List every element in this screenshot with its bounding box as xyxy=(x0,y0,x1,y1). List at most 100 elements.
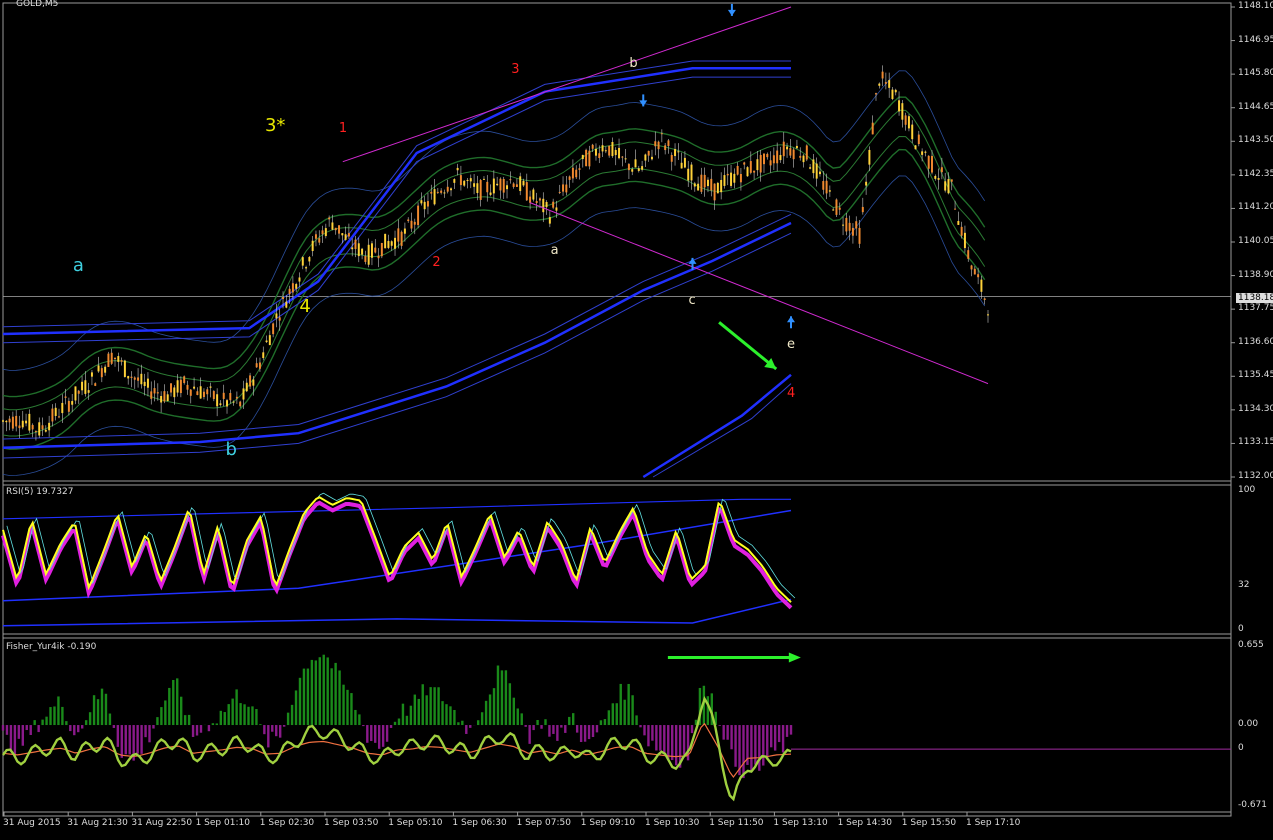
fisher-histogram-bar xyxy=(92,695,96,726)
candle-body xyxy=(703,174,706,188)
rsi-ytick-label: 32 xyxy=(1238,579,1250,590)
candle-body xyxy=(706,179,709,187)
candle-body xyxy=(680,162,683,169)
candle-body xyxy=(845,217,848,232)
candle-body xyxy=(934,175,937,179)
candle-body xyxy=(117,356,120,362)
candle-body xyxy=(789,148,792,156)
candle-body xyxy=(506,185,509,190)
fisher-histogram-bar xyxy=(500,670,504,726)
candle-body xyxy=(245,382,248,392)
candle-body xyxy=(529,196,532,203)
rsi-ytick-label: 100 xyxy=(1238,485,1256,495)
candle-body xyxy=(871,122,874,135)
fisher-histogram-bar xyxy=(57,696,60,726)
fisher-histogram-bar xyxy=(37,725,40,733)
fisher-histogram-bar xyxy=(773,725,777,751)
candle-body xyxy=(739,173,742,183)
fisher-histogram-bar xyxy=(358,714,361,726)
candle-body xyxy=(881,71,884,79)
candle-body xyxy=(631,169,634,172)
candle-body xyxy=(15,415,18,427)
candle-body xyxy=(851,227,854,236)
price-ytick-label: 1142.35 xyxy=(1238,168,1273,179)
candle-body xyxy=(532,189,535,200)
fisher-histogram-bar xyxy=(183,715,187,726)
candle-body xyxy=(805,145,808,160)
fisher-histogram-bar xyxy=(334,662,337,726)
candle-body xyxy=(519,176,522,192)
candle-body xyxy=(222,392,225,399)
x-tick-label: 1 Sep 01:10 xyxy=(195,818,250,828)
candle-body xyxy=(954,208,957,210)
fisher-histogram-bar xyxy=(179,696,183,726)
candle-body xyxy=(81,381,84,391)
price-ytick-label: 1138.90 xyxy=(1238,269,1273,280)
candle-body xyxy=(90,372,93,377)
fisher-histogram-bar xyxy=(310,659,314,726)
candle-body xyxy=(723,175,726,186)
candle-body xyxy=(466,179,469,181)
candle-body xyxy=(502,178,505,193)
candle-body xyxy=(855,221,858,229)
candle-body xyxy=(963,232,966,249)
fisher-histogram-bar xyxy=(583,725,587,742)
fisher-histogram-bar xyxy=(631,695,634,726)
candle-body xyxy=(542,198,545,213)
candle-body xyxy=(555,207,558,211)
candle-body xyxy=(232,401,235,403)
candle-body xyxy=(459,175,462,186)
candle-body xyxy=(400,231,403,246)
wave-label-2: 3* xyxy=(264,114,286,136)
fisher-histogram-bar xyxy=(734,725,737,767)
candle-body xyxy=(904,115,907,125)
candle-body xyxy=(479,180,482,200)
candle-body xyxy=(262,352,265,359)
candle-body xyxy=(153,388,156,394)
candle-body xyxy=(713,183,716,201)
price-ytick-label: 1144.65 xyxy=(1238,101,1273,112)
candle-body xyxy=(812,159,815,174)
candle-body xyxy=(100,368,103,378)
fisher-histogram-bar xyxy=(465,725,468,734)
price-panel-title: GOLD,M5 xyxy=(16,0,59,9)
candle-body xyxy=(548,217,551,224)
candle-body xyxy=(252,379,255,386)
fisher-histogram-bar xyxy=(9,725,13,752)
fisher-histogram-bar xyxy=(718,725,721,726)
rsi-ytick-label: 0 xyxy=(1238,624,1244,634)
candle-body xyxy=(397,228,400,242)
fisher-histogram-bar xyxy=(441,701,444,726)
candle-body xyxy=(677,151,680,153)
candle-body xyxy=(947,179,950,194)
fisher-histogram-bar xyxy=(381,725,385,747)
fisher-histogram-bar xyxy=(520,713,523,726)
fisher-histogram-bar xyxy=(215,723,219,726)
fisher-histogram-bar xyxy=(516,708,519,726)
fisher-histogram-bar xyxy=(552,725,555,734)
fisher-histogram-bar xyxy=(457,722,460,726)
fisher-histogram-bar xyxy=(235,689,238,726)
fisher-histogram-bar xyxy=(623,699,626,726)
candle-body xyxy=(710,178,713,191)
candle-body xyxy=(515,184,518,187)
candle-body xyxy=(891,89,894,99)
candle-body xyxy=(11,416,14,429)
candle-body xyxy=(921,151,924,155)
price-ytick-label: 1141.20 xyxy=(1238,202,1273,213)
fisher-histogram-bar xyxy=(362,725,365,727)
candle-body xyxy=(898,100,901,112)
fisher-histogram-bar xyxy=(429,687,432,726)
x-tick-label: 1 Sep 13:10 xyxy=(773,818,828,828)
fisher-histogram-bar xyxy=(88,712,92,726)
fisher-histogram-bar xyxy=(639,725,642,728)
fisher-histogram-bar xyxy=(191,725,195,737)
candle-body xyxy=(114,357,116,360)
candle-body xyxy=(423,201,426,210)
fisher-histogram-bar xyxy=(322,654,325,726)
candle-body xyxy=(272,323,275,335)
fisher-histogram-bar xyxy=(706,696,710,726)
candle-body xyxy=(482,178,485,180)
candle-body xyxy=(489,192,492,195)
fisher-histogram-bar xyxy=(595,725,599,733)
